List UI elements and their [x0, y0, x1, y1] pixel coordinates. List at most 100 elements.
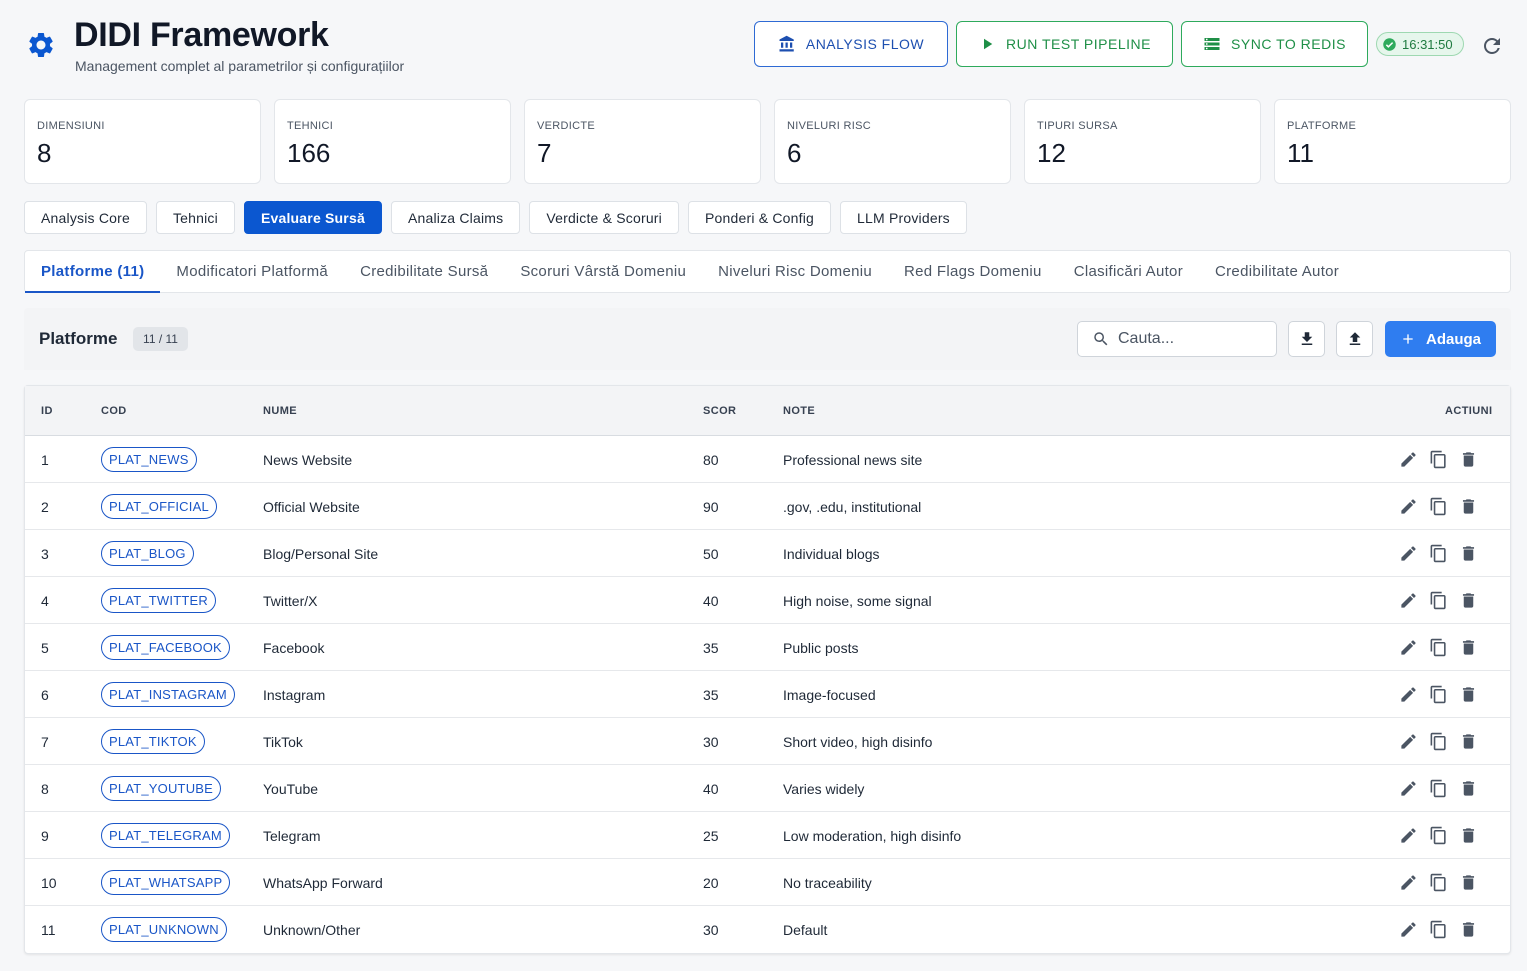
cell-id: 9	[41, 828, 49, 844]
copy-button[interactable]	[1429, 778, 1448, 798]
tab-verdicte-scoruri[interactable]: Verdicte & Scoruri	[529, 201, 679, 234]
edit-button[interactable]	[1399, 825, 1418, 845]
edit-button[interactable]	[1399, 919, 1418, 939]
delete-button[interactable]	[1459, 496, 1478, 516]
delete-button[interactable]	[1459, 684, 1478, 704]
edit-button[interactable]	[1399, 684, 1418, 704]
edit-button[interactable]	[1399, 449, 1418, 469]
tab-tehnici[interactable]: Tehnici	[155, 201, 235, 234]
copy-button[interactable]	[1429, 449, 1448, 469]
cell-scor: 40	[703, 593, 719, 609]
copy-button[interactable]	[1429, 637, 1448, 657]
run-test-pipeline-button[interactable]: RUN TEST PIPELINE	[956, 21, 1173, 67]
upload-icon	[1349, 332, 1360, 345]
edit-button[interactable]	[1399, 778, 1418, 798]
delete-button[interactable]	[1459, 825, 1478, 845]
sync-to-redis-button[interactable]: SYNC TO REDIS	[1181, 21, 1368, 67]
code-chip: PLAT_FACEBOOK	[101, 635, 230, 660]
table-row[interactable]: 5 PLAT_FACEBOOK Facebook 35 Public posts	[25, 624, 1510, 671]
delete-button[interactable]	[1459, 872, 1478, 892]
upload-button[interactable]	[1336, 321, 1373, 357]
cell-id: 4	[41, 593, 49, 609]
table-row[interactable]: 9 PLAT_TELEGRAM Telegram 25 Low moderati…	[25, 812, 1510, 859]
edit-icon	[1401, 639, 1416, 655]
delete-button[interactable]	[1459, 731, 1478, 751]
edit-button[interactable]	[1399, 543, 1418, 563]
subtab-clasificari-autor[interactable]: Clasificări Autor	[1058, 251, 1199, 292]
stat-label: TEHNICI	[287, 120, 334, 132]
tab-analiza-claims[interactable]: Analiza Claims	[390, 201, 521, 234]
search-input[interactable]	[1118, 330, 1258, 348]
delete-icon	[1462, 498, 1475, 514]
copy-button[interactable]	[1429, 684, 1448, 704]
delete-button[interactable]	[1459, 919, 1478, 939]
tab-evaluare-sursa[interactable]: Evaluare Sursă	[243, 201, 382, 234]
section-title: Platforme	[39, 329, 118, 348]
subtab-credibilitate-sursa[interactable]: Credibilitate Sursă	[344, 251, 504, 292]
copy-button[interactable]	[1429, 590, 1448, 610]
code-chip: PLAT_TELEGRAM	[101, 823, 230, 848]
copy-icon	[1430, 450, 1446, 468]
copy-button[interactable]	[1429, 872, 1448, 892]
cell-scor: 20	[703, 875, 719, 891]
delete-button[interactable]	[1459, 778, 1478, 798]
code-chip: PLAT_OFFICIAL	[101, 494, 217, 519]
copy-button[interactable]	[1429, 919, 1448, 939]
col-header-id[interactable]: ID	[41, 405, 53, 417]
refresh-icon[interactable]	[1480, 34, 1504, 58]
subtab-credibilitate-autor[interactable]: Credibilitate Autor	[1199, 251, 1355, 292]
col-header-note[interactable]: NOTE	[783, 405, 815, 417]
stat-card-platforme: PLATFORME 11	[1274, 99, 1511, 184]
add-button[interactable]: Adauga	[1385, 321, 1496, 357]
delete-button[interactable]	[1459, 543, 1478, 563]
cell-note: High noise, some signal	[783, 593, 932, 609]
row-actions	[1399, 637, 1478, 657]
row-actions	[1399, 825, 1478, 845]
delete-button[interactable]	[1459, 590, 1478, 610]
download-button[interactable]	[1288, 321, 1325, 357]
stat-value: 11	[1287, 138, 1314, 168]
table-toolbar: Platforme 11 / 11 Adauga	[24, 308, 1511, 370]
delete-button[interactable]	[1459, 637, 1478, 657]
subtab-niveluri-risc-domeniu[interactable]: Niveluri Risc Domeniu	[702, 251, 888, 292]
table-row[interactable]: 8 PLAT_YOUTUBE YouTube 40 Varies widely	[25, 765, 1510, 812]
table-row[interactable]: 1 PLAT_NEWS News Website 80 Professional…	[25, 436, 1510, 483]
col-header-nume[interactable]: NUME	[263, 405, 297, 417]
table-row[interactable]: 6 PLAT_INSTAGRAM Instagram 35 Image-focu…	[25, 671, 1510, 718]
copy-button[interactable]	[1429, 496, 1448, 516]
edit-button[interactable]	[1399, 872, 1418, 892]
search-box[interactable]	[1077, 321, 1277, 357]
cell-nume: Blog/Personal Site	[263, 546, 379, 562]
col-header-scor[interactable]: SCOR	[703, 405, 736, 417]
subtab-platforme[interactable]: Platforme (11)	[25, 251, 161, 293]
table-row[interactable]: 10 PLAT_WHATSAPP WhatsApp Forward 20 No …	[25, 859, 1510, 906]
cell-id: 8	[41, 781, 49, 797]
cell-nume: TikTok	[263, 734, 303, 750]
edit-button[interactable]	[1399, 731, 1418, 751]
subtab-modificatori-platforma[interactable]: Modificatori Platformă	[160, 251, 344, 292]
subtab-red-flags-domeniu[interactable]: Red Flags Domeniu	[888, 251, 1058, 292]
table-row[interactable]: 2 PLAT_OFFICIAL Official Website 90 .gov…	[25, 483, 1510, 530]
copy-button[interactable]	[1429, 543, 1448, 563]
copy-button[interactable]	[1429, 731, 1448, 751]
analysis-flow-button[interactable]: ANALYSIS FLOW	[754, 21, 948, 67]
cell-nume: Twitter/X	[263, 593, 318, 609]
table-row[interactable]: 4 PLAT_TWITTER Twitter/X 40 High noise, …	[25, 577, 1510, 624]
edit-button[interactable]	[1399, 496, 1418, 516]
cell-nume: YouTube	[263, 781, 319, 797]
tab-llm-providers[interactable]: LLM Providers	[840, 201, 967, 234]
cell-scor: 35	[703, 687, 719, 703]
subtab-scoruri-varsta-domeniu[interactable]: Scoruri Vârstă Domeniu	[504, 251, 702, 292]
delete-button[interactable]	[1459, 449, 1478, 469]
col-header-cod[interactable]: COD	[101, 405, 127, 417]
table-row[interactable]: 3 PLAT_BLOG Blog/Personal Site 50 Indivi…	[25, 530, 1510, 577]
table-row[interactable]: 11 PLAT_UNKNOWN Unknown/Other 30 Default	[25, 906, 1510, 953]
copy-button[interactable]	[1429, 825, 1448, 845]
tab-analysis-core[interactable]: Analysis Core	[24, 201, 147, 234]
table-row[interactable]: 7 PLAT_TIKTOK TikTok 30 Short video, hig…	[25, 718, 1510, 765]
stat-label: DIMENSIUNI	[37, 120, 105, 132]
cell-note: Short video, high disinfo	[783, 734, 933, 750]
tab-ponderi-config[interactable]: Ponderi & Config	[687, 201, 832, 234]
edit-button[interactable]	[1399, 637, 1418, 657]
edit-button[interactable]	[1399, 590, 1418, 610]
